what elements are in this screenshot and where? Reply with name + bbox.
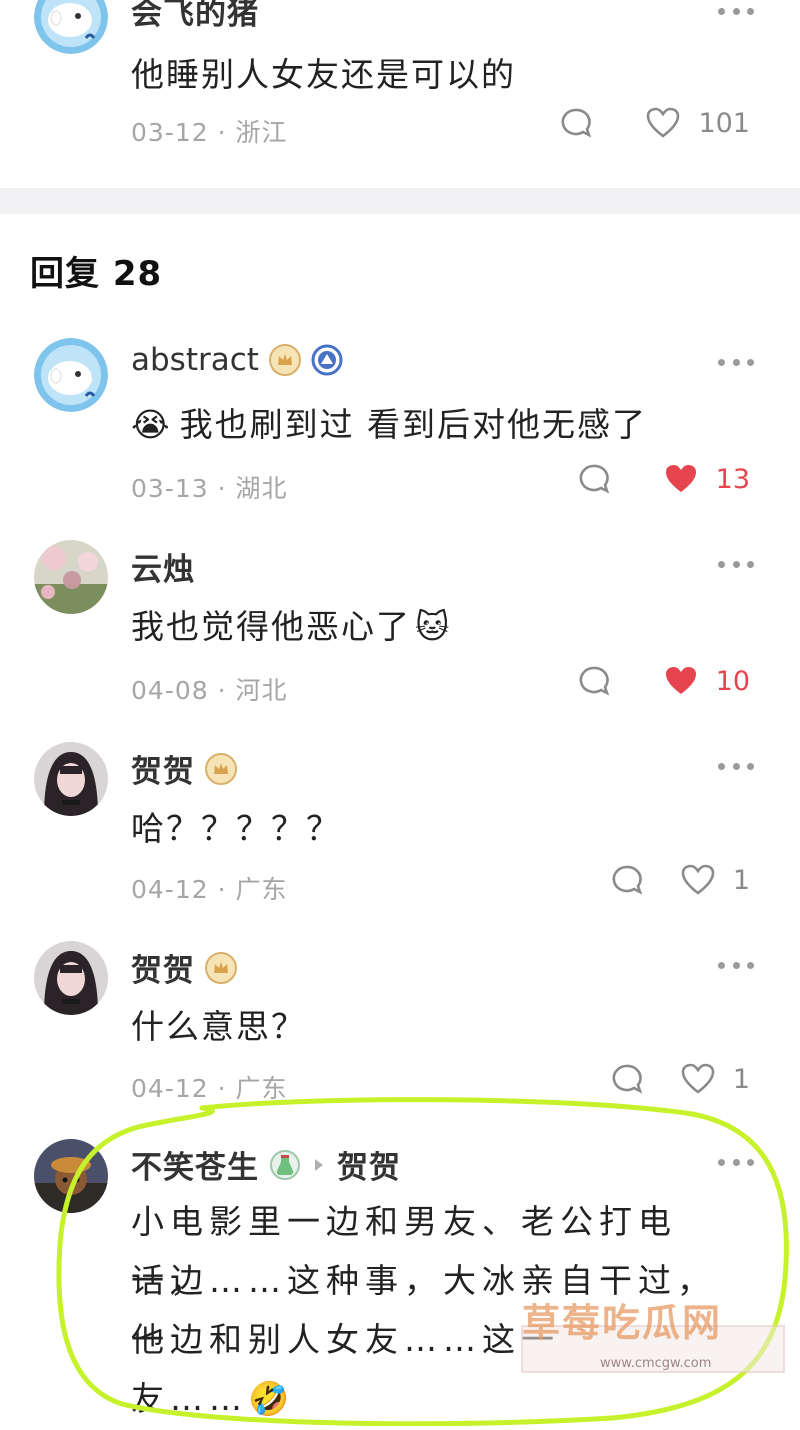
- avatar[interactable]: [34, 941, 108, 1015]
- crown-badge-icon: [205, 951, 237, 984]
- reply-to-name[interactable]: 贺贺: [337, 1142, 401, 1187]
- like-count: 1: [732, 864, 750, 896]
- comment-meta: 03-12 · 浙江: [131, 118, 288, 147]
- like-count: 13: [715, 463, 750, 495]
- like-count: 101: [698, 107, 750, 139]
- reply-icon[interactable]: [609, 863, 643, 897]
- like-icon[interactable]: [646, 107, 680, 139]
- crying-emoji-icon: 😭: [131, 405, 172, 444]
- comment-meta: 04-08 · 河北: [131, 676, 288, 705]
- more-options-icon[interactable]: [718, 559, 754, 569]
- comment-text: 他睡别人女友还是可以的: [131, 55, 516, 94]
- comment-meta: 03-13 · 湖北: [131, 474, 288, 503]
- commenter-name[interactable]: abstract: [131, 342, 259, 378]
- like-count: 10: [715, 665, 750, 697]
- potion-badge-icon: [270, 1149, 300, 1180]
- comment-text: 我也刷到过 看到后对他无感了: [179, 405, 648, 444]
- comment-meta: 04-12 · 广东: [131, 875, 288, 904]
- avatar[interactable]: [34, 338, 108, 412]
- liked-heart-icon[interactable]: [664, 665, 698, 697]
- commenter-name[interactable]: 贺贺: [131, 746, 195, 791]
- comment-text: 哈？？？？？: [131, 809, 341, 848]
- reply-icon[interactable]: [576, 462, 610, 496]
- commenter-name[interactable]: 贺贺: [131, 945, 195, 990]
- section-divider: [0, 188, 800, 214]
- top-comment: 会飞的猪 他睡别人女友还是可以的 03-12 · 浙江 101: [0, 0, 800, 188]
- avatar[interactable]: [34, 1139, 108, 1213]
- liked-heart-icon[interactable]: [664, 463, 698, 495]
- reply-icon[interactable]: [609, 1062, 643, 1096]
- avatar[interactable]: [34, 742, 108, 816]
- comment-meta: 04-12 · 广东: [131, 1074, 288, 1103]
- comment-text: 什么意思？: [131, 1007, 306, 1046]
- commenter-name[interactable]: 不笑苍生: [131, 1142, 259, 1187]
- reply-icon[interactable]: [558, 106, 592, 140]
- reply-icon[interactable]: [576, 664, 610, 698]
- more-options-icon[interactable]: [718, 6, 754, 16]
- comment-text: 我也觉得他恶心了: [131, 607, 411, 646]
- more-options-icon[interactable]: [718, 761, 754, 771]
- like-icon[interactable]: [681, 864, 715, 896]
- laughing-emoji-icon: 🤣: [248, 1379, 296, 1418]
- replies-header: 回复 28: [30, 254, 163, 294]
- like-count: 1: [732, 1063, 750, 1095]
- more-options-icon[interactable]: [718, 1157, 754, 1167]
- crown-badge-icon: [205, 752, 237, 785]
- reply-arrow-icon: [315, 1158, 323, 1171]
- avatar[interactable]: [34, 0, 108, 54]
- watermark-text: 草莓吃瓜网: [522, 1301, 723, 1345]
- like-icon[interactable]: [681, 1063, 715, 1095]
- crown-badge-icon: [268, 344, 301, 376]
- comment-text-line: 友……: [131, 1379, 248, 1418]
- more-options-icon[interactable]: [718, 357, 754, 367]
- commenter-name[interactable]: 云烛: [131, 544, 195, 589]
- avatar[interactable]: [34, 540, 108, 614]
- level-badge-icon: [311, 344, 343, 376]
- watermark-url: www.cmcgw.com: [600, 1356, 712, 1371]
- commenter-name[interactable]: 会飞的猪: [131, 0, 259, 33]
- cat-emoji-icon: 🐱: [415, 607, 452, 646]
- more-options-icon[interactable]: [718, 960, 754, 970]
